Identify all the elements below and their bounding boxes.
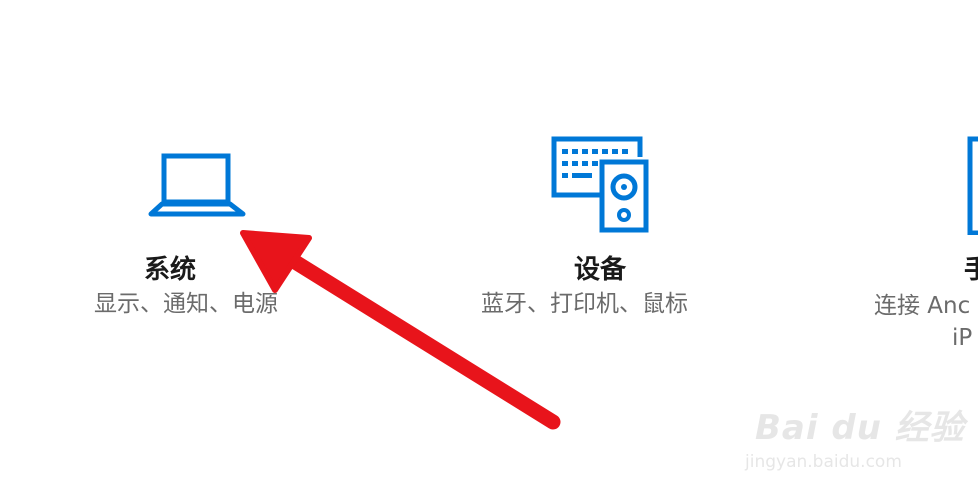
tile-title: 系统 (143, 255, 196, 285)
phone-icon (966, 135, 978, 239)
tile-description-line2: iP (952, 325, 973, 351)
settings-tile-phone[interactable]: 手 连接 Anc iP (870, 130, 978, 360)
tile-description: 蓝牙、打印机、鼠标 (481, 291, 688, 317)
tile-title: 设备 (573, 255, 626, 285)
settings-tile-system[interactable]: 系统 显示、通知、电源 (80, 140, 320, 330)
settings-home: 系统 显示、通知、电源 设备 蓝牙、打印机、鼠标 手 连接 Anc iP Bai… (0, 0, 978, 502)
watermark-url: jingyan.baidu.com (745, 452, 902, 472)
tile-description: 连接 Anc (874, 293, 971, 319)
tile-title: 手 (964, 255, 978, 285)
settings-tile-devices[interactable]: 设备 蓝牙、打印机、鼠标 (470, 130, 740, 330)
watermark-logo: Bai du 经验 (755, 408, 965, 448)
laptop-icon (148, 150, 248, 224)
tile-description: 显示、通知、电源 (94, 291, 278, 317)
devices-icon (550, 135, 650, 239)
baidu-jingyan-watermark: Bai du 经验 jingyan.baidu.com (745, 392, 964, 482)
